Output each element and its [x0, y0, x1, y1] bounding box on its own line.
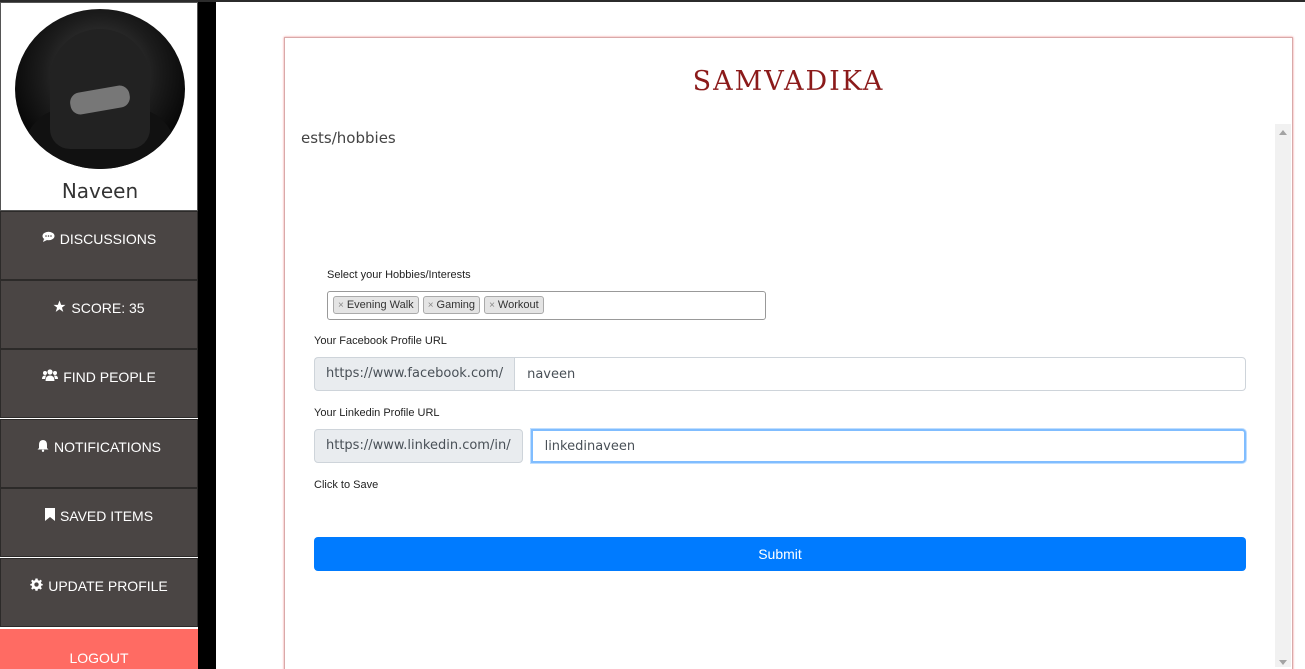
form-scroll-area[interactable]: ests/hobbies Select your Hobbies/Interes…: [286, 124, 1292, 669]
bookmark-icon: [44, 508, 55, 524]
main-panel: SAMVADIKA ests/hobbies Select your Hobbi…: [284, 37, 1293, 669]
sidebar-item-label: DISCUSSIONS: [59, 231, 157, 247]
facebook-prefix: https://www.facebook.com/: [314, 357, 515, 391]
sidebar-item-label: UPDATE PROFILE: [48, 578, 168, 594]
sidebar: Naveen DISCUSSIONS SCORE: 35 FIND PEOPLE…: [0, 0, 216, 669]
sidebar-item-label: FIND PEOPLE: [63, 369, 156, 385]
scroll-up-icon[interactable]: [1279, 130, 1287, 135]
hobbies-select[interactable]: × Evening Walk × Gaming × Workout: [327, 291, 766, 320]
star-icon: [53, 300, 66, 316]
gear-icon: [30, 578, 43, 594]
sidebar-divider: [198, 2, 216, 669]
hobby-tag: × Workout: [484, 296, 544, 314]
users-icon: [42, 369, 59, 384]
sidebar-item-saved-items[interactable]: SAVED ITEMS: [0, 488, 198, 557]
sidebar-item-label: NOTIFICATIONS: [53, 439, 162, 455]
linkedin-prefix: https://www.linkedin.com/in/: [314, 429, 523, 463]
sidebar-item-notifications[interactable]: NOTIFICATIONS: [0, 419, 198, 488]
sidebar-item-find-people[interactable]: FIND PEOPLE: [0, 349, 198, 418]
hobby-tag: × Gaming: [422, 296, 481, 314]
hobby-tag: × Evening Walk: [333, 296, 419, 314]
submit-button[interactable]: Submit: [314, 537, 1246, 571]
profile-card: Naveen: [0, 2, 198, 211]
profile-name: Naveen: [61, 179, 139, 203]
save-label: Click to Save: [314, 479, 379, 491]
linkedin-input-group: https://www.linkedin.com/in/: [314, 429, 1246, 463]
section-title: ests/hobbies: [301, 129, 396, 147]
sidebar-item-label: SCORE: 35: [71, 300, 145, 316]
linkedin-url-input[interactable]: [530, 429, 1246, 463]
sidebar-item-score[interactable]: SCORE: 35: [0, 280, 198, 349]
sidebar-item-discussions[interactable]: DISCUSSIONS: [0, 211, 198, 280]
comment-icon: [42, 231, 55, 246]
remove-tag-icon[interactable]: ×: [489, 300, 495, 311]
facebook-label: Your Facebook Profile URL: [314, 335, 447, 347]
scrollbar[interactable]: [1275, 124, 1291, 667]
sidebar-item-update-profile[interactable]: UPDATE PROFILE: [0, 558, 198, 627]
scroll-down-icon[interactable]: [1279, 660, 1287, 665]
avatar[interactable]: [15, 9, 185, 169]
bell-icon: [37, 439, 49, 455]
brand-title: SAMVADIKA: [692, 66, 885, 97]
facebook-url-input[interactable]: [514, 357, 1246, 391]
hobbies-label: Select your Hobbies/Interests: [327, 269, 471, 281]
remove-tag-icon[interactable]: ×: [428, 300, 434, 311]
facebook-input-group: https://www.facebook.com/: [314, 357, 1246, 391]
sidebar-item-label: SAVED ITEMS: [59, 508, 154, 524]
remove-tag-icon[interactable]: ×: [338, 300, 344, 311]
logout-button[interactable]: LOGOUT: [0, 629, 198, 669]
linkedin-label: Your Linkedin Profile URL: [314, 407, 440, 419]
